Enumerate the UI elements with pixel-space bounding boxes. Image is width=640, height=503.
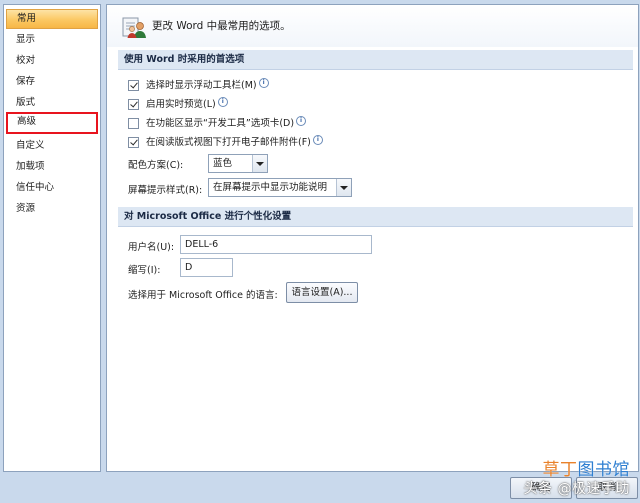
- chevron-down-icon[interactable]: [252, 155, 267, 172]
- color-scheme-value: 蓝色: [213, 158, 233, 169]
- color-scheme-label: 配色方案(C):: [128, 160, 184, 171]
- option-email-attachments[interactable]: 在阅读版式视图下打开电子邮件附件(F) i: [128, 135, 368, 151]
- watermark-logo-part1: 草丁: [542, 460, 578, 480]
- info-icon: i: [296, 116, 307, 126]
- sidebar-item-customize[interactable]: 自定义: [6, 136, 98, 156]
- sidebar-item-proofing[interactable]: 校对: [6, 51, 98, 71]
- option-mini-toolbar[interactable]: 选择时显示浮动工具栏(M) i: [128, 78, 328, 94]
- info-icon: i: [217, 97, 228, 107]
- sidebar-item-layout[interactable]: 版式: [6, 93, 98, 113]
- watermark-logo-part2: 图书馆: [577, 460, 630, 480]
- email-attachments-label: 在阅读版式视图下打开电子邮件附件(F): [146, 137, 311, 148]
- language-label: 选择用于 Microsoft Office 的语言:: [128, 290, 278, 301]
- sidebar-item-add-ins[interactable]: 加载项: [6, 157, 98, 177]
- sidebar-item-display[interactable]: 显示: [6, 30, 98, 50]
- mini-toolbar-checkbox[interactable]: [128, 80, 139, 91]
- sidebar-item-general[interactable]: 常用: [6, 9, 98, 29]
- option-developer-tab[interactable]: 在功能区显示“开发工具”选项卡(D) i: [128, 116, 348, 132]
- username-label: 用户名(U):: [128, 242, 175, 253]
- sidebar-item-resources[interactable]: 资源: [6, 199, 98, 219]
- initials-label: 缩写(I):: [128, 265, 161, 276]
- sidebar-item-trust-center[interactable]: 信任中心: [6, 178, 98, 198]
- initials-input[interactable]: D: [180, 258, 233, 277]
- watermark-source: 头条 @极速手助: [523, 481, 630, 497]
- username-input[interactable]: DELL-6: [180, 235, 372, 254]
- panel-title: 更改 Word 中最常用的选项。: [152, 20, 291, 32]
- info-icon: i: [258, 78, 269, 88]
- developer-tab-label: 在功能区显示“开发工具”选项卡(D): [146, 118, 295, 129]
- section-personalize-header: 对 Microsoft Office 进行个性化设置: [118, 207, 633, 227]
- color-scheme-select[interactable]: 蓝色: [208, 154, 268, 173]
- chevron-down-icon[interactable]: [336, 179, 351, 196]
- info-icon: i: [312, 135, 323, 145]
- mini-toolbar-label: 选择时显示浮动工具栏(M): [146, 80, 257, 91]
- language-settings-button[interactable]: 语言设置(A)...: [286, 282, 358, 303]
- tooltip-style-value: 在屏幕提示中显示功能说明: [213, 182, 328, 193]
- email-attachments-checkbox[interactable]: [128, 137, 139, 148]
- options-sidebar: 常用 显示 校对 保存 版式 高级 自定义 加载项 信任中心 资源: [3, 4, 101, 472]
- settings-people-icon: [122, 17, 146, 38]
- panel-header: 更改 Word 中最常用的选项。: [107, 5, 638, 47]
- watermark: 草丁图书馆 头条 @极速手助: [524, 455, 630, 498]
- live-preview-label: 启用实时预览(L): [146, 99, 216, 110]
- tooltip-style-label: 屏幕提示样式(R):: [128, 185, 203, 196]
- options-content-panel: 更改 Word 中最常用的选项。 使用 Word 时采用的首选项 选择时显示浮动…: [106, 4, 639, 472]
- sidebar-item-advanced[interactable]: 高级: [6, 112, 98, 134]
- option-live-preview[interactable]: 启用实时预览(L) i: [128, 97, 328, 113]
- section-word-preferences-header: 使用 Word 时采用的首选项: [118, 50, 633, 70]
- developer-tab-checkbox[interactable]: [128, 118, 139, 129]
- sidebar-item-save[interactable]: 保存: [6, 72, 98, 92]
- tooltip-style-select[interactable]: 在屏幕提示中显示功能说明: [208, 178, 352, 197]
- live-preview-checkbox[interactable]: [128, 99, 139, 110]
